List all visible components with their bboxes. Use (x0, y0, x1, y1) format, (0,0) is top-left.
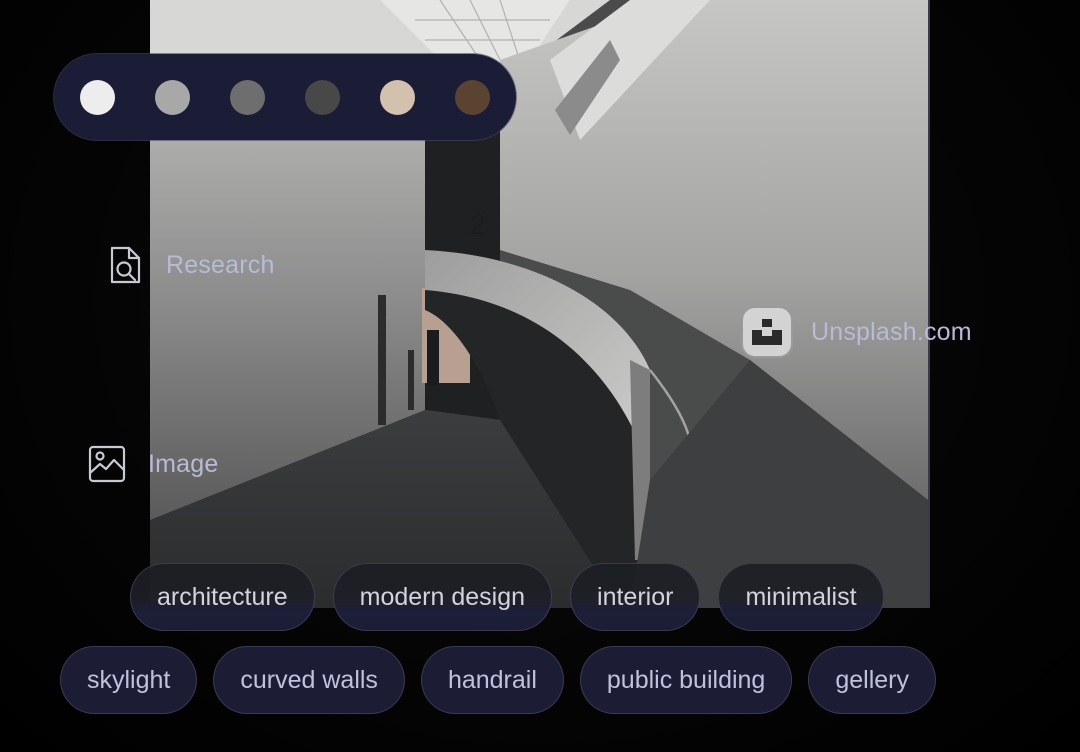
color-swatch[interactable] (455, 79, 490, 115)
research-label-text: Research (166, 250, 275, 279)
tag-row: skylight curved walls handrail public bu… (60, 646, 936, 714)
tag-chip[interactable]: interior (570, 563, 701, 631)
color-swatch[interactable] (230, 79, 265, 115)
document-search-icon (108, 245, 144, 285)
color-swatch[interactable] (380, 79, 415, 115)
floor-number-2: 2 (470, 209, 486, 240)
tag-chip[interactable]: handrail (420, 646, 564, 714)
color-swatch[interactable] (80, 79, 115, 115)
tag-chip[interactable]: curved walls (213, 646, 405, 714)
color-palette (54, 54, 516, 140)
tag-row: architecture modern design interior mini… (130, 563, 884, 631)
tag-chip[interactable]: modern design (332, 563, 553, 631)
color-swatch[interactable] (305, 79, 340, 115)
tag-chip[interactable]: public building (579, 646, 793, 714)
source-link[interactable]: Unsplash.com (741, 306, 972, 358)
source-label-text: Unsplash.com (811, 317, 972, 346)
image-label-text: Image (148, 449, 219, 478)
tag-chip[interactable]: minimalist (718, 563, 884, 631)
image-label[interactable]: Image (88, 445, 218, 483)
tag-chip[interactable]: architecture (130, 563, 315, 631)
research-label[interactable]: Research (108, 245, 275, 285)
color-swatch[interactable] (155, 79, 190, 115)
unsplash-logo-icon (741, 306, 793, 358)
tag-chip[interactable]: skylight (60, 646, 198, 714)
tag-chip[interactable]: gellery (808, 646, 936, 714)
image-icon (88, 445, 126, 483)
